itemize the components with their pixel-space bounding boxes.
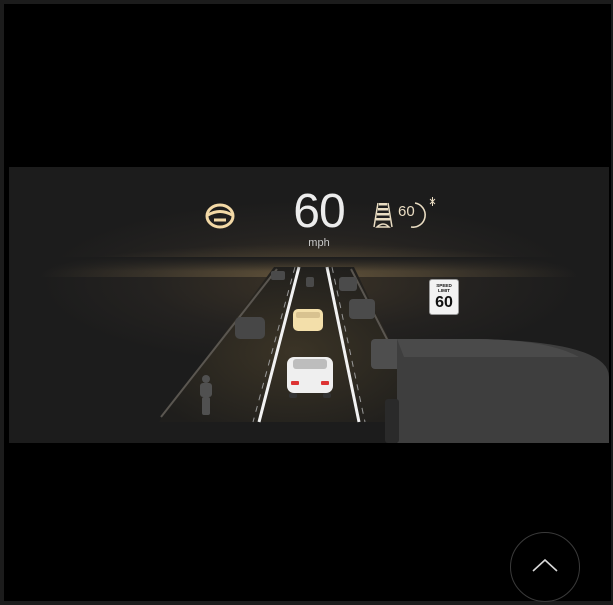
vehicle-distant-center — [306, 277, 314, 287]
scroll-up-button[interactable] — [510, 532, 580, 602]
speed-limit-sign-label: SPEED LIMIT — [436, 283, 452, 293]
side-truck — [371, 339, 609, 443]
vehicle-left — [235, 317, 265, 339]
ego-vehicle — [287, 357, 333, 398]
road-scene — [9, 257, 609, 443]
vehicle-distant-left — [271, 271, 285, 280]
vehicle-right-far — [339, 277, 357, 291]
speed-limit-value: 60 — [435, 294, 453, 311]
chevron-up-icon — [532, 558, 558, 572]
vehicle-right-mid — [349, 299, 375, 319]
driving-visualization: 60 mph 60 SPEED LIMIT 60 — [9, 167, 609, 443]
speed-limit-sign: SPEED LIMIT 60 — [429, 279, 459, 315]
